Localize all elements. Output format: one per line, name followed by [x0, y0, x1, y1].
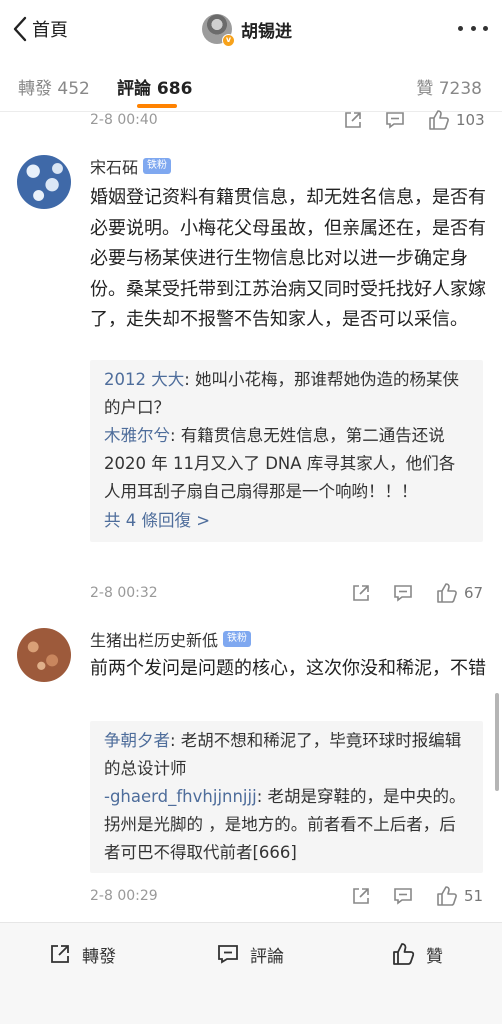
comment-time: 2-8 00:29 — [90, 888, 158, 904]
like-button[interactable]: 67 — [436, 582, 483, 604]
commenter-name[interactable]: 宋石砳 — [90, 154, 138, 178]
reply-item: 2012 大大: 她叫小花梅，那谁帮她伪造的杨某侠的户口？ — [104, 366, 469, 422]
share-icon — [353, 888, 369, 904]
reply-button[interactable] — [392, 582, 414, 604]
author-info[interactable]: v 胡锡进 — [202, 12, 292, 47]
share-button[interactable] — [350, 885, 372, 907]
reply-preview-box[interactable]: 2012 大大: 她叫小花梅，那谁帮她伪造的杨某侠的户口？ 木雅尔兮: 有籍贯信… — [90, 360, 483, 542]
bottom-action-bar: 轉發 評論 贊 — [0, 922, 502, 1024]
repost-button[interactable]: 轉發 — [48, 939, 116, 969]
tab-comments[interactable]: 評論 686 — [117, 74, 192, 99]
chevron-left-icon — [13, 16, 27, 42]
comment-icon — [394, 888, 412, 905]
scrollbar[interactable] — [495, 693, 499, 791]
reply-author[interactable]: 木雅尔兮 — [104, 426, 170, 445]
more-dots-icon — [470, 25, 476, 31]
top-nav-bar: 首頁 v 胡锡进 — [0, 0, 502, 58]
thumbs-up-icon — [437, 886, 457, 906]
like-button[interactable]: 51 — [436, 885, 483, 907]
tab-likes[interactable]: 贊 7238 — [416, 74, 482, 99]
like-count: 67 — [464, 584, 484, 602]
like-button[interactable]: 103 — [428, 109, 485, 131]
reply-button[interactable] — [384, 109, 406, 131]
fan-badge: 铁粉 — [223, 631, 252, 647]
comment-meta-row: 2-8 00:29 51 — [0, 884, 502, 908]
comment-meta-row: 2-8 00:32 67 — [0, 581, 502, 605]
comment-time: 2-8 00:32 — [90, 585, 158, 601]
verified-badge-icon: v — [222, 34, 235, 47]
comment-icon — [218, 945, 238, 964]
repost-label: 轉發 — [82, 946, 116, 967]
thumbs-up-icon — [429, 110, 449, 130]
commenter-name-row: 宋石砳 铁粉 — [90, 154, 172, 178]
tab-reposts[interactable]: 轉發 452 — [18, 74, 90, 99]
comment-text: 婚姻登记资料有籍贯信息，却无姓名信息，是否有必要说明。小梅花父母虽故，但亲属还在… — [90, 187, 486, 330]
reply-author[interactable]: -ghaerd_fhvhjjnnjjj — [104, 787, 257, 806]
like-count: 51 — [464, 887, 484, 905]
reply-item: 木雅尔兮: 有籍贯信息无姓信息，第二通告还说 2020 年 11月又入了 DNA… — [104, 422, 469, 506]
comment-button[interactable]: 評論 — [216, 939, 284, 969]
share-icon — [51, 945, 69, 963]
share-button[interactable] — [342, 109, 364, 131]
more-dots-icon — [458, 25, 463, 31]
tab-bar: 轉發 452 評論 686 贊 7238 — [0, 62, 502, 112]
reply-author[interactable]: 2012 大大 — [104, 370, 184, 389]
comment-meta-row: 2-8 00:40 103 — [0, 108, 502, 132]
share-icon — [353, 585, 369, 601]
author-avatar[interactable]: v — [202, 14, 235, 47]
reply-item: 争朝夕者: 老胡不想和稀泥了，毕竟环球时报编辑的总设计师 — [104, 727, 469, 783]
share-icon — [345, 112, 361, 128]
back-label: 首頁 — [32, 20, 68, 41]
reply-button[interactable] — [392, 885, 414, 907]
like-count: 103 — [456, 111, 485, 129]
more-dots-icon — [483, 25, 488, 31]
fan-badge: 铁粉 — [143, 158, 172, 174]
reply-preview-box[interactable]: 争朝夕者: 老胡不想和稀泥了，毕竟环球时报编辑的总设计师 -ghaerd_fhv… — [90, 721, 483, 873]
like-label: 贊 — [426, 946, 443, 967]
commenter-avatar[interactable] — [17, 155, 71, 209]
comment-label: 評論 — [250, 946, 284, 967]
reply-item: -ghaerd_fhvhjjnnjjj: 老胡是穿鞋的，是中央的。拐州是光脚的 … — [104, 783, 469, 867]
comment-time: 2-8 00:40 — [90, 112, 158, 128]
like-button[interactable]: 贊 — [392, 939, 443, 969]
comment-icon — [386, 112, 404, 129]
commenter-avatar[interactable] — [17, 628, 71, 682]
author-name[interactable]: 胡锡进 — [241, 17, 292, 42]
thumbs-up-icon — [437, 583, 457, 603]
comment-icon — [394, 585, 412, 602]
commenter-name-row: 生猪出栏历史新低 铁粉 — [90, 627, 252, 651]
share-button[interactable] — [350, 582, 372, 604]
commenter-name[interactable]: 生猪出栏历史新低 — [90, 627, 218, 651]
more-options-button[interactable] — [458, 20, 488, 36]
thumbs-up-icon — [393, 943, 415, 965]
back-button[interactable]: 首頁 — [12, 14, 68, 44]
reply-author[interactable]: 争朝夕者 — [104, 731, 170, 750]
view-all-replies-link[interactable]: 共 4 條回復 > — [104, 506, 469, 536]
comment-text: 前两个发问是问题的核心，这次你没和稀泥，不错 — [90, 658, 486, 679]
